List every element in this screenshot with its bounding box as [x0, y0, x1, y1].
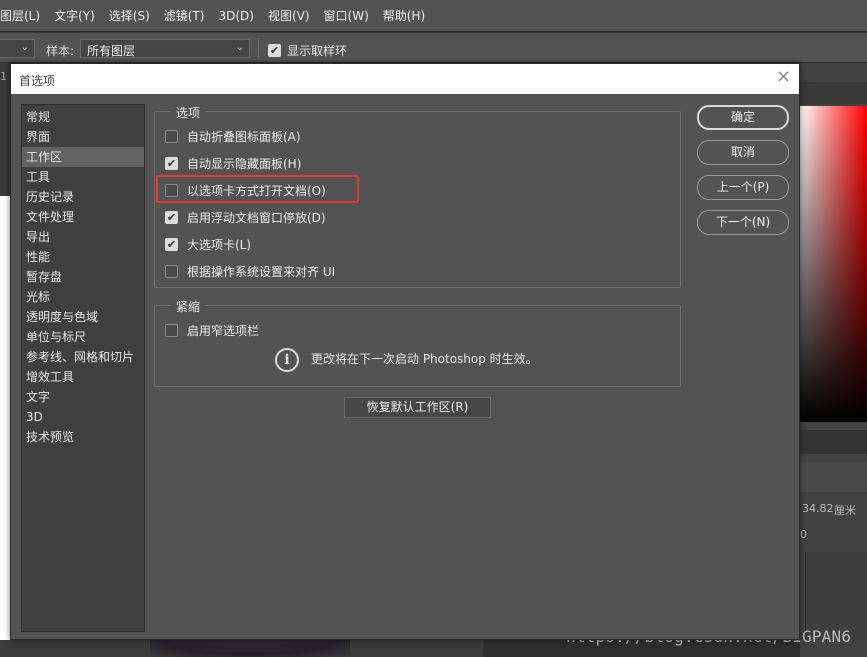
options-group-legend: 选项	[171, 104, 206, 121]
right-panel-tabbar	[800, 430, 867, 454]
checkbox-checked-icon: ✔	[165, 238, 178, 251]
properties-metric-unit: 厘米	[834, 504, 856, 517]
checkbox-checked-icon: ✔	[268, 44, 281, 57]
menu-select[interactable]: 选择(S)	[102, 7, 157, 24]
close-icon[interactable]: ×	[776, 68, 791, 86]
menu-layer[interactable]: 图层(L)	[0, 7, 47, 24]
nav-item-guides-grid[interactable]: 参考线、网格和切片	[22, 347, 144, 367]
restore-default-workspace-button[interactable]: 恢复默认工作区(R)	[344, 397, 491, 418]
menu-bar: 图层(L) 文字(Y) 选择(S) 滤镜(T) 3D(D) 视图(V) 窗口(W…	[0, 0, 867, 32]
prev-button[interactable]: 上一个(P)	[697, 175, 789, 200]
menu-view[interactable]: 视图(V)	[261, 7, 317, 24]
nav-item-performance[interactable]: 性能	[22, 247, 144, 267]
nav-item-interface[interactable]: 界面	[22, 127, 144, 147]
cancel-button[interactable]: 取消	[697, 140, 789, 165]
checkbox-label: 根据操作系统设置来对齐 UI	[187, 265, 336, 279]
ok-button[interactable]: 确定	[697, 105, 789, 130]
preferences-nav-list: 常规 界面 工作区 工具 历史记录 文件处理 导出 性能 暂存盘 光标 透明度与…	[21, 104, 145, 632]
sample-size-dropdown[interactable]: ⌄	[0, 39, 35, 58]
dialog-title: 首选项	[19, 74, 56, 88]
info-icon: i	[275, 348, 299, 372]
nav-item-general[interactable]: 常规	[22, 107, 144, 127]
nav-item-file-handling[interactable]: 文件处理	[22, 207, 144, 227]
auto-collapse-icon-panels-checkbox[interactable]: 自动折叠图标面板(A)	[165, 128, 301, 145]
nav-item-history[interactable]: 历史记录	[22, 187, 144, 207]
menu-window[interactable]: 窗口(W)	[317, 7, 376, 24]
menu-type[interactable]: 文字(Y)	[47, 7, 102, 24]
checkbox-checked-icon: ✔	[165, 157, 178, 170]
enable-narrow-options-bar-checkbox[interactable]: 启用窄选项栏	[165, 322, 259, 339]
chevron-down-icon: ⌄	[20, 42, 29, 53]
toolbar-divider	[258, 39, 259, 58]
large-tabs-checkbox[interactable]: ✔ 大选项卡(L)	[165, 236, 251, 253]
chevron-down-icon: ⌄	[235, 42, 244, 53]
show-sampling-ring-label: 显示取样环	[287, 44, 348, 58]
highlight-box	[156, 175, 359, 203]
nav-item-tools[interactable]: 工具	[22, 167, 144, 187]
right-panel-subbar	[800, 462, 867, 492]
checkbox-label: 自动显示隐藏面板(H)	[187, 157, 302, 171]
nav-item-scratch-disks[interactable]: 暂存盘	[22, 267, 144, 287]
preferences-dialog: 首选项 × 常规 界面 工作区 工具 历史记录 文件处理 导出 性能 暂存盘 光…	[10, 63, 800, 640]
color-picker-field[interactable]	[800, 106, 867, 422]
checkbox-unchecked-icon	[165, 324, 178, 337]
properties-metric-value: 34.82	[802, 502, 834, 515]
nav-item-export[interactable]: 导出	[22, 227, 144, 247]
sample-label: 样本:	[46, 44, 75, 58]
enable-floating-document-docking-checkbox[interactable]: ✔ 启用浮动文档窗口停放(D)	[165, 209, 326, 226]
menu-3d[interactable]: 3D(D)	[211, 9, 260, 23]
sample-select-value: 所有图层	[87, 44, 136, 58]
checkbox-label: 自动折叠图标面板(A)	[187, 130, 301, 144]
nav-item-type[interactable]: 文字	[22, 387, 144, 407]
show-sampling-ring-checkbox[interactable]: ✔ 显示取样环	[268, 42, 347, 59]
checkbox-checked-icon: ✔	[165, 211, 178, 224]
next-button[interactable]: 下一个(N)	[697, 210, 789, 235]
document-canvas-edge	[0, 196, 10, 657]
nav-item-plugins[interactable]: 增效工具	[22, 367, 144, 387]
menu-filter[interactable]: 滤镜(T)	[157, 7, 212, 24]
align-ui-to-os-checkbox[interactable]: 根据操作系统设置来对齐 UI	[165, 263, 335, 280]
options-bar: ⌄ 样本: 所有图层 ⌄ ✔ 显示取样环	[0, 33, 867, 63]
compact-group: 紧缩 启用窄选项栏 i 更改将在下一次启动 Photoshop 时生效。	[154, 298, 681, 387]
restart-notice-text: 更改将在下一次启动 Photoshop 时生效。	[311, 351, 538, 366]
checkbox-label: 启用窄选项栏	[187, 324, 260, 338]
checkbox-label: 大选项卡(L)	[187, 238, 252, 252]
menu-help[interactable]: 帮助(H)	[376, 7, 432, 24]
properties-zero-value: 0	[800, 528, 807, 541]
auto-show-hidden-panels-checkbox[interactable]: ✔ 自动显示隐藏面板(H)	[165, 155, 301, 172]
dialog-title-bar[interactable]: 首选项 ×	[11, 64, 799, 94]
checkbox-label: 启用浮动文档窗口停放(D)	[187, 211, 326, 225]
nav-item-units-rulers[interactable]: 单位与标尺	[22, 327, 144, 347]
restart-notice: i 更改将在下一次启动 Photoshop 时生效。	[275, 348, 538, 372]
right-panel-header	[800, 82, 867, 104]
nav-item-transparency[interactable]: 透明度与色域	[22, 307, 144, 327]
compact-group-legend: 紧缩	[171, 298, 206, 315]
nav-item-workspace[interactable]: 工作区	[22, 147, 144, 167]
nav-item-cursors[interactable]: 光标	[22, 287, 144, 307]
canvas-image-fragment	[150, 640, 350, 657]
left-edge-number: 1	[0, 70, 7, 83]
checkbox-unchecked-icon	[165, 130, 178, 143]
nav-item-3d[interactable]: 3D	[22, 407, 144, 427]
sample-select[interactable]: 所有图层 ⌄	[80, 39, 250, 58]
checkbox-unchecked-icon	[165, 265, 178, 278]
nav-item-tech-preview[interactable]: 技术预览	[22, 427, 144, 447]
